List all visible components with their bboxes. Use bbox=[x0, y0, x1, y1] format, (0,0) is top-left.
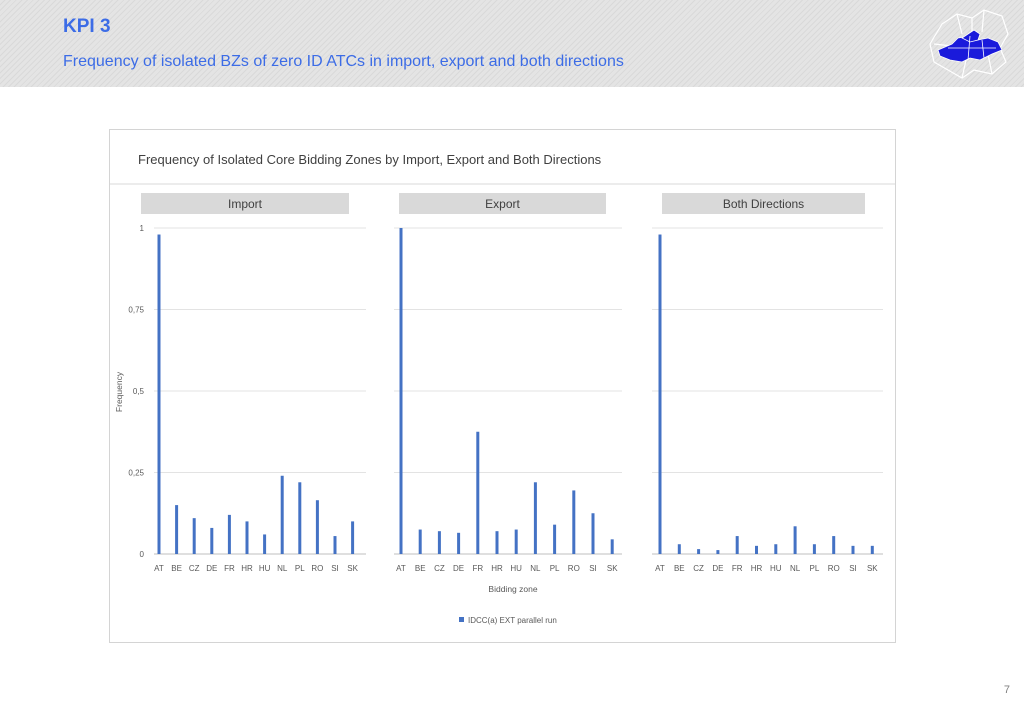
bar bbox=[315, 500, 319, 554]
bar bbox=[716, 550, 720, 554]
x-tick-label: BE bbox=[674, 564, 685, 573]
x-tick-label: SK bbox=[867, 564, 878, 573]
x-tick-label: NL bbox=[790, 564, 801, 573]
page-number: 7 bbox=[1003, 684, 1010, 696]
x-tick-label: HU bbox=[259, 564, 271, 573]
bar bbox=[591, 513, 595, 554]
bar bbox=[658, 234, 662, 554]
legend-label: IDCC(a) EXT parallel run bbox=[468, 616, 557, 625]
y-tick-label: 0,5 bbox=[133, 387, 145, 396]
x-tick-label: HU bbox=[770, 564, 782, 573]
x-tick-label: FR bbox=[224, 564, 235, 573]
slide-header: KPI 3 Frequency of isolated BZs of zero … bbox=[0, 0, 1024, 87]
x-tick-label: FR bbox=[472, 564, 483, 573]
x-tick-label: PL bbox=[295, 564, 305, 573]
bar bbox=[533, 482, 537, 554]
bar bbox=[553, 524, 557, 554]
bar bbox=[298, 482, 302, 554]
x-tick-label: HR bbox=[491, 564, 503, 573]
bar bbox=[175, 505, 179, 554]
x-tick-label: CZ bbox=[434, 564, 445, 573]
x-tick-label: AT bbox=[396, 564, 406, 573]
core-region-map-logo bbox=[929, 9, 1009, 79]
bar bbox=[870, 545, 874, 554]
x-tick-label: PL bbox=[810, 564, 820, 573]
bar bbox=[333, 536, 337, 554]
x-tick-label: HU bbox=[510, 564, 522, 573]
y-tick-label: 0,25 bbox=[128, 469, 144, 478]
bar bbox=[514, 529, 518, 554]
panel-header-label: Import bbox=[228, 197, 263, 211]
bar bbox=[572, 490, 576, 554]
x-tick-label: HR bbox=[751, 564, 763, 573]
bar bbox=[610, 539, 614, 554]
x-tick-label: BE bbox=[415, 564, 426, 573]
bar bbox=[697, 549, 701, 554]
bar bbox=[476, 431, 480, 554]
x-tick-label: SK bbox=[607, 564, 618, 573]
bar bbox=[793, 526, 797, 554]
bar bbox=[437, 531, 441, 554]
bar bbox=[399, 228, 403, 554]
x-axis-label: Bidding zone bbox=[488, 584, 537, 594]
x-tick-label: SI bbox=[849, 564, 857, 573]
chart-container: Frequency of Isolated Core Bidding Zones… bbox=[109, 129, 896, 643]
x-tick-label: RO bbox=[311, 564, 323, 573]
x-tick-label: SK bbox=[347, 564, 358, 573]
x-tick-label: AT bbox=[655, 564, 665, 573]
slide-subtitle: Frequency of isolated BZs of zero ID ATC… bbox=[63, 53, 624, 70]
y-tick-label: 0,75 bbox=[128, 306, 144, 315]
kpi-title: KPI 3 bbox=[63, 16, 111, 37]
bar bbox=[832, 536, 836, 554]
x-tick-label: RO bbox=[828, 564, 840, 573]
bar bbox=[280, 475, 284, 554]
bar bbox=[351, 521, 355, 554]
x-tick-label: PL bbox=[550, 564, 560, 573]
bar bbox=[192, 518, 196, 554]
bar bbox=[495, 531, 499, 554]
x-tick-label: DE bbox=[712, 564, 723, 573]
x-tick-label: FR bbox=[732, 564, 743, 573]
bar bbox=[227, 514, 231, 554]
y-axis-label: Frequency bbox=[114, 371, 124, 412]
bar bbox=[245, 521, 249, 554]
bar bbox=[210, 527, 214, 554]
x-tick-label: HR bbox=[241, 564, 253, 573]
x-tick-label: SI bbox=[589, 564, 597, 573]
x-tick-label: CZ bbox=[693, 564, 704, 573]
bar bbox=[735, 536, 739, 554]
bar bbox=[774, 544, 778, 554]
panel-header-label: Both Directions bbox=[723, 197, 804, 211]
bar bbox=[457, 532, 461, 554]
x-tick-label: CZ bbox=[189, 564, 200, 573]
bar bbox=[263, 534, 267, 554]
bar bbox=[755, 545, 758, 554]
legend-swatch bbox=[459, 617, 464, 622]
x-tick-label: AT bbox=[154, 564, 164, 573]
bar bbox=[418, 529, 422, 554]
x-tick-label: BE bbox=[171, 564, 182, 573]
bar bbox=[812, 544, 816, 554]
x-tick-label: NL bbox=[530, 564, 541, 573]
y-tick-label: 1 bbox=[140, 224, 145, 233]
x-tick-label: RO bbox=[568, 564, 580, 573]
y-tick-label: 0 bbox=[140, 550, 145, 559]
x-tick-label: DE bbox=[453, 564, 464, 573]
chart-title: Frequency of Isolated Core Bidding Zones… bbox=[138, 152, 602, 167]
bar bbox=[677, 544, 681, 554]
bar bbox=[851, 545, 855, 554]
x-tick-label: SI bbox=[331, 564, 339, 573]
x-tick-label: NL bbox=[277, 564, 288, 573]
x-tick-label: DE bbox=[206, 564, 217, 573]
panel-header-label: Export bbox=[485, 197, 520, 211]
bar bbox=[157, 234, 161, 554]
bar-chart: Frequency of Isolated Core Bidding Zones… bbox=[110, 152, 895, 625]
